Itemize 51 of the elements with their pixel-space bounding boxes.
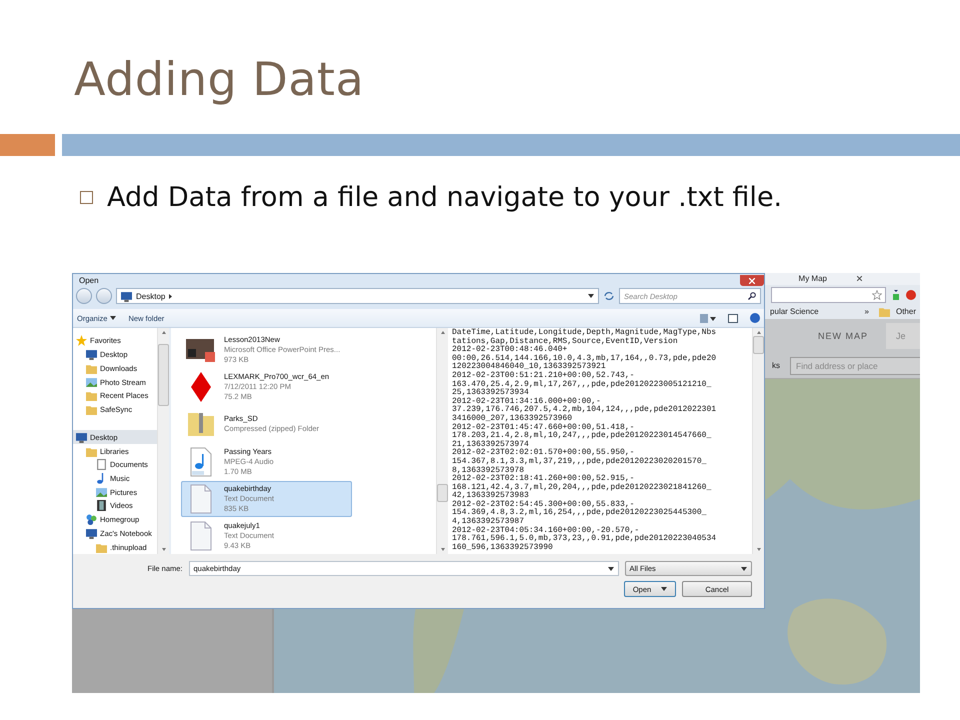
- refresh-icon[interactable]: [603, 291, 615, 301]
- close-icon: [749, 278, 755, 284]
- picture-icon: [86, 376, 97, 388]
- addon-icon[interactable]: [906, 290, 916, 300]
- more-bookmarks-button[interactable]: »: [864, 307, 869, 316]
- computer-icon: [86, 528, 97, 539]
- new-map-button[interactable]: NEW MAP: [818, 331, 868, 342]
- chevron-icon: [169, 294, 172, 298]
- extension-icon[interactable]: [892, 290, 900, 300]
- film-icon: [96, 500, 107, 512]
- document-icon: [96, 459, 107, 470]
- text-preview: DateTime,Latitude,Longitude,Depth,Magnitude,MagType,Nbs tations,Gap,Distance,RMS,Source,EventID,Version 2012-02-23T00:48:46.040+ 00:00,26.514,144.166,10.0,4.3,mb,17,164,,0.73,pde,pde20 120223004846040_10,1363392573921 2012-02-23T00:51:21.210+00:00,52.743,- 163.470,25.4,2.9,ml,17,267,,,pde,pde20120223005121210_ 25,1363392573934 2012-02-23T01:34:16.000+00:00,- 37.239,176.746,207.5,4.2,mb,104,124,,,pde,pde2012022301 3416000_207,1363392573960 2012-02-23T01:45:47.660+00:00,51.418,- 178.203,21.4,2.8,ml,10,247,,,pde,pde20120223014547660_ 21,1363392573974 2012-02-23T02:02:01.570+00:00,55.950,- 154.367,8.1,3.3,ml,37,219,,,pde,pde20120223020201570_ 8,1363392573978 2012-02-23T02:18:41.260+00:00,52.915,- 168.121,42.4,3.7,ml,20,204,,,pde,pde20120223021841260_ 42,1363392573983 2012-02-23T02:54:45.300+00:00,55.833,- 154.369,4.8,3.2,ml,16,254,,,pde,pde20120223025445300_ 4,1363392573987 2012-02-23T04:05:34.160+00:00,-20.570,- 178.761,596.1,5.0,mb,373,23,,0.91,pde,pde20120223040534 160_596,1363392573990: [451, 328, 718, 554]
- address-field[interactable]: [771, 286, 886, 303]
- folder-icon: [86, 362, 97, 374]
- square-bullet-icon: [80, 191, 93, 204]
- folder-icon: [96, 542, 107, 553]
- back-button[interactable]: [76, 288, 92, 304]
- dropdown-caret-icon: [661, 587, 668, 591]
- scrollbar[interactable]: [752, 328, 764, 554]
- dialog-title: Open: [79, 276, 99, 285]
- bullet-text: Add Data from a file and navigate to your .txt file.: [107, 182, 782, 213]
- search-icon[interactable]: [748, 292, 756, 300]
- monitor-icon: [76, 432, 87, 443]
- view-options-icon[interactable]: [700, 314, 716, 322]
- preview-pane-icon[interactable]: [728, 314, 738, 322]
- monitor-icon: [86, 349, 97, 360]
- slide-title: Adding Data: [74, 52, 366, 108]
- bookmark-folder[interactable]: Other: [896, 307, 916, 316]
- forward-button[interactable]: [96, 288, 112, 304]
- homegroup-icon: [86, 514, 97, 526]
- close-icon[interactable]: [857, 276, 862, 282]
- folder-icon: [86, 390, 97, 402]
- picture-icon: [96, 486, 107, 498]
- breadcrumb-bar[interactable]: Desktop: [116, 288, 599, 304]
- scrollbar[interactable]: [157, 328, 169, 554]
- browser-tab[interactable]: My Map: [794, 274, 866, 284]
- folder-icon: [86, 404, 97, 416]
- diamond-icon: [191, 372, 211, 402]
- help-icon[interactable]: [750, 313, 760, 323]
- breadcrumb[interactable]: Desktop: [136, 292, 166, 300]
- dropdown-caret-icon: [608, 566, 614, 570]
- dropdown-caret-icon: [741, 566, 747, 570]
- accent-bar: [0, 134, 55, 156]
- close-button[interactable]: [740, 275, 764, 286]
- bookmark-link[interactable]: pular Science: [770, 307, 819, 316]
- nav-link[interactable]: ks: [772, 361, 780, 370]
- star-icon: [76, 335, 87, 346]
- caret-icon: [588, 294, 594, 298]
- scrollbar[interactable]: [436, 328, 448, 554]
- bookmark-star-icon[interactable]: [872, 290, 882, 300]
- monitor-icon: [121, 290, 132, 302]
